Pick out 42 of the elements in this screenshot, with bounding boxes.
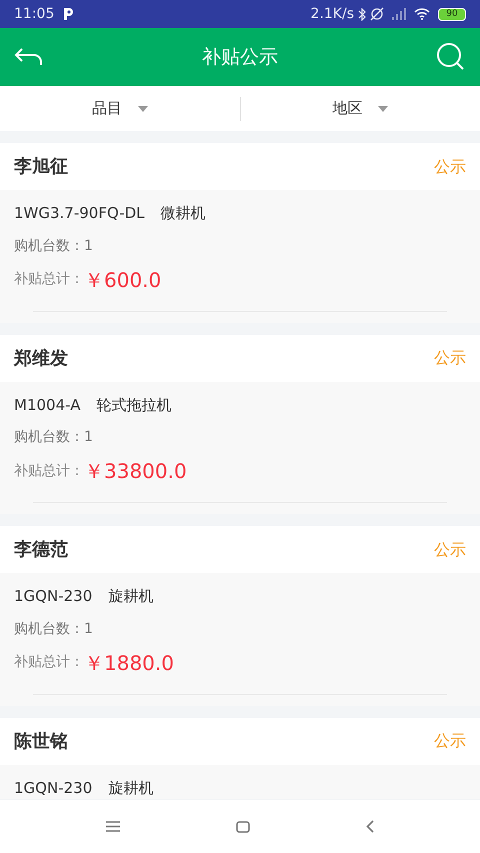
- person-name: 李德范: [14, 538, 68, 562]
- wifi-icon: [414, 8, 430, 20]
- purchase-count: 购机台数：1: [14, 238, 93, 254]
- back-icon[interactable]: [366, 820, 374, 833]
- subsidy-label: 补贴总计：: [14, 270, 84, 289]
- subsidy-amount: ￥33800.0: [84, 458, 187, 485]
- subsidy-label: 补贴总计：: [14, 653, 84, 672]
- purchase-count: 购机台数：1: [14, 429, 93, 445]
- person-name: 陈世铭: [14, 730, 68, 754]
- menu-icon[interactable]: [106, 821, 120, 832]
- subsidy-amount: ￥600.0: [84, 266, 162, 294]
- person-name: 郑维发: [14, 346, 68, 370]
- status-time: 11:05: [14, 4, 54, 24]
- caret-icon: [138, 106, 148, 112]
- publicity-link[interactable]: 公示: [434, 346, 466, 370]
- model-number: 1GQN-230: [14, 778, 92, 798]
- purchase-count: 购机台数：1: [14, 620, 93, 636]
- machine-type: 旋耕机: [108, 778, 154, 798]
- publicity-link[interactable]: 公示: [434, 154, 466, 178]
- network-speed: 2.1K/s: [310, 4, 354, 24]
- model-number: M1004-A: [14, 394, 80, 416]
- subsidy-label: 补贴总计：: [14, 462, 84, 480]
- home-square-icon[interactable]: [236, 820, 250, 832]
- filter-dropdown[interactable]: 地区: [332, 97, 388, 120]
- publicity-link[interactable]: 公示: [434, 538, 466, 562]
- model-number: 1GQN-230: [14, 586, 92, 607]
- filter-dropdown[interactable]: 品目: [92, 97, 148, 120]
- subsidy-amount: ￥1880.0: [84, 650, 174, 676]
- battery-icon: 90: [438, 8, 466, 20]
- search-icon[interactable]: [436, 42, 466, 72]
- model-number: 1WG3.7-90FQ-DL: [14, 203, 145, 224]
- machine-type: 微耕机: [160, 203, 206, 224]
- machine-type: 旋耕机: [108, 586, 154, 607]
- machine-type: 轮式拖拉机: [96, 394, 172, 416]
- caret-icon: [378, 106, 388, 112]
- back-arrow-icon[interactable]: [14, 47, 44, 67]
- bluetooth-icon: [358, 8, 366, 20]
- person-name: 李旭征: [14, 155, 68, 179]
- signal-icon: [392, 8, 406, 20]
- publicity-link[interactable]: 公示: [434, 729, 466, 753]
- page-title: 补贴公示: [202, 44, 278, 70]
- parking-icon: [62, 7, 74, 21]
